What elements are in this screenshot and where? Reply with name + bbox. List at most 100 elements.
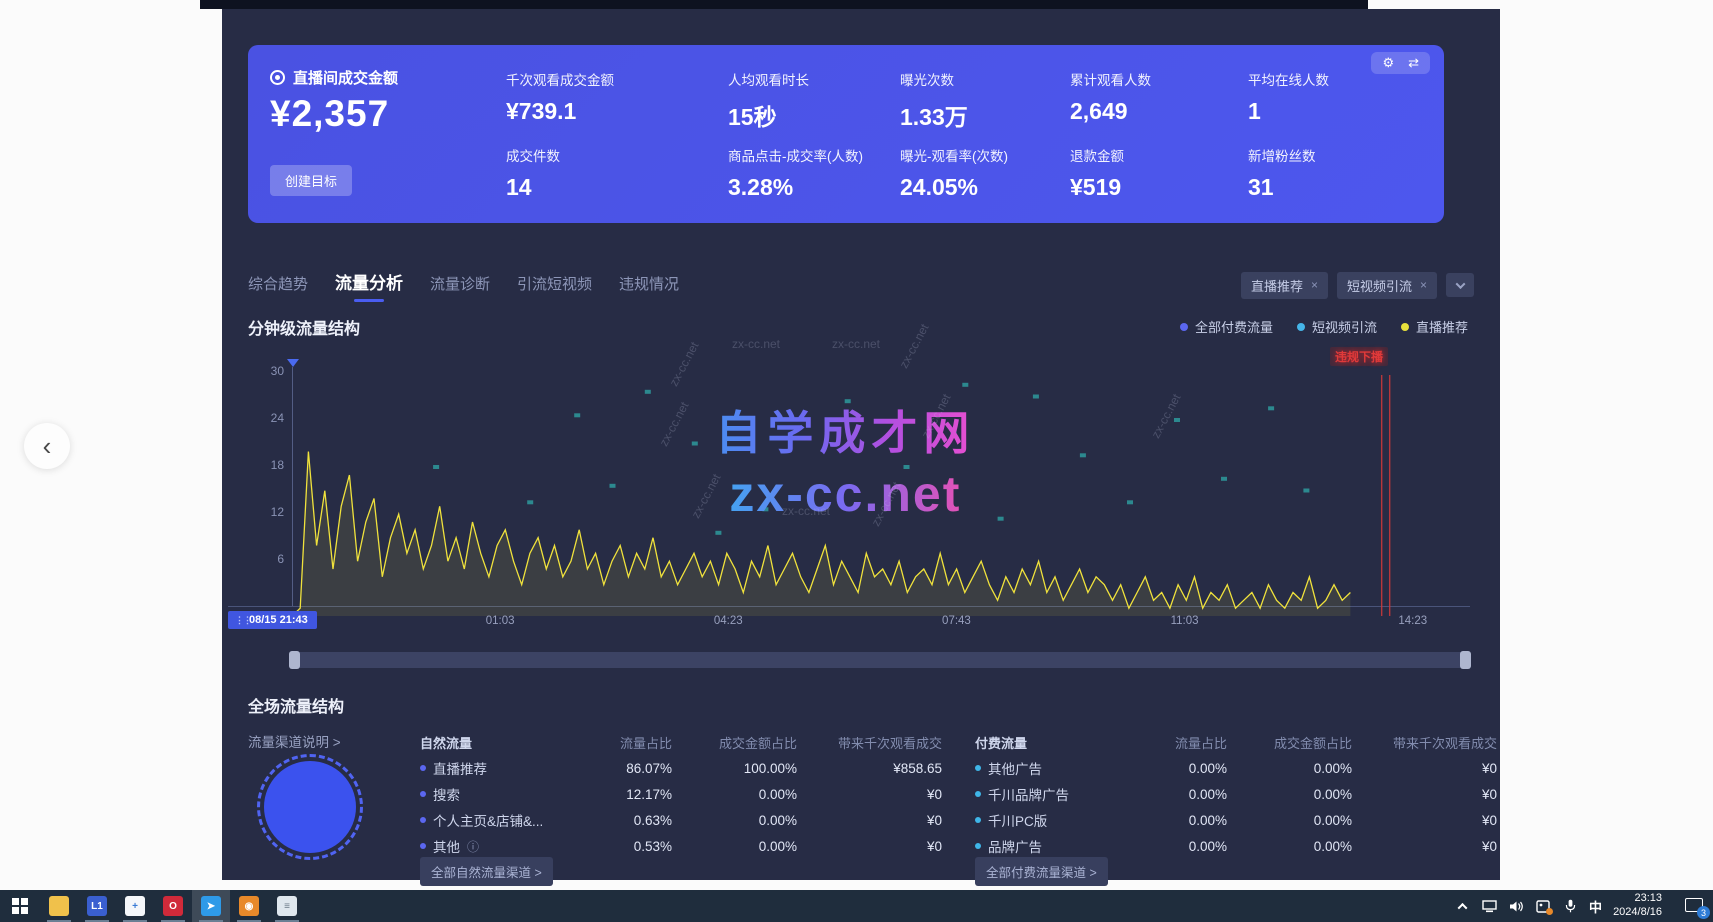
dashboard-window: 直播间成交金额 ¥2,357 创建目标 千次观看成交金额¥739.1人均观看时长… — [222, 9, 1500, 880]
legend-item[interactable]: 全部付费流量 — [1180, 317, 1273, 336]
close-icon[interactable]: × — [1311, 278, 1318, 292]
info-icon[interactable]: ⓘ — [467, 838, 479, 855]
legend-item[interactable]: 短视频引流 — [1297, 317, 1377, 336]
metric: 曝光次数1.33万 — [900, 61, 1070, 137]
taskbar-app-app-teams[interactable]: + — [116, 890, 154, 922]
metric-label: 新增粉丝数 — [1248, 145, 1404, 165]
filter-chips: 直播推荐× 短视频引流× — [1241, 272, 1474, 299]
primary-metric-label-row: 直播间成交金额 — [270, 67, 398, 88]
chart-canvas — [292, 371, 1468, 616]
filter-chip[interactable]: 短视频引流× — [1337, 272, 1437, 299]
taskbar-app-app-pointer[interactable]: ➤ — [192, 890, 230, 922]
x-axis-ticks: ⋮⋮08/15 21:4301:0304:2307:4311:0314:23 — [222, 611, 1500, 631]
x-tick-label: 07:43 — [942, 615, 971, 627]
notification-center-icon[interactable]: 3 — [1683, 897, 1705, 915]
clock[interactable]: 23:13 2024/8/16 — [1613, 892, 1662, 920]
slider-handle-left[interactable] — [289, 651, 300, 669]
metric-label: 商品点击-成交率(人数) — [728, 145, 900, 165]
watermark-small: zx-cc.net — [732, 337, 780, 351]
table-row[interactable]: 千川PC版0.00%0.00%¥0 — [975, 807, 1497, 833]
gmv-share: 0.00% — [1227, 787, 1352, 802]
tab-item[interactable]: 综合趋势 — [248, 273, 308, 302]
tab-item[interactable]: 违规情况 — [619, 273, 679, 302]
all-natural-channels-link[interactable]: 全部自然流量渠道 > — [420, 857, 553, 886]
chart-legend: 全部付费流量 短视频引流 直播推荐 — [1180, 317, 1468, 336]
gpm-value: ¥0 — [1352, 761, 1497, 776]
channel-name: 直播推荐 — [420, 758, 572, 778]
tab-item[interactable]: 流量诊断 — [430, 273, 490, 302]
y-tick-label: 30 — [258, 364, 284, 378]
channel-dot — [975, 817, 981, 823]
page: ‹ 直播间成交金额 ¥2,357 创建目标 千次观看成交金额¥739.1人均观看… — [0, 0, 1713, 922]
slider-handle-right[interactable] — [1460, 651, 1471, 669]
x-tick-label: 08/15 21:43 — [249, 614, 308, 626]
x-tick-label: 11:03 — [1171, 615, 1199, 627]
channel-dot — [975, 765, 981, 771]
tab-item[interactable]: 引流短视频 — [517, 273, 592, 302]
table-row[interactable]: 其他广告0.00%0.00%¥0 — [975, 755, 1497, 781]
create-goal-button[interactable]: 创建目标 — [270, 165, 352, 196]
ime-indicator[interactable]: 中 — [1589, 897, 1602, 916]
table-row[interactable]: 个人主页&店铺&...0.63%0.00%¥0 — [420, 807, 942, 833]
table-row[interactable]: 直播推荐86.07%100.00%¥858.65 — [420, 755, 942, 781]
microphone-icon[interactable] — [1562, 898, 1578, 914]
table-row[interactable]: 千川品牌广告0.00%0.00%¥0 — [975, 781, 1497, 807]
windows-logo-icon — [12, 898, 28, 914]
y-tick-label: 12 — [258, 505, 284, 519]
network-icon[interactable] — [1481, 898, 1497, 914]
traffic-share: 0.00% — [1127, 839, 1227, 854]
filter-dropdown[interactable] — [1446, 273, 1474, 297]
column-header: 流量占比 — [1127, 733, 1227, 752]
primary-metric-value: ¥2,357 — [270, 93, 389, 135]
tab-active[interactable]: 流量分析 — [335, 269, 403, 302]
time-range-slider[interactable] — [290, 651, 1470, 669]
metric: 千次观看成交金额 ¥739.1 — [506, 61, 728, 137]
app-pointer-icon: ➤ — [201, 896, 221, 916]
metric-value: 14 — [506, 174, 728, 201]
close-icon[interactable]: × — [1420, 278, 1427, 292]
taskbar-app-notepad[interactable]: ≡ — [268, 890, 306, 922]
channel-label: 千川PC版 — [988, 810, 1047, 830]
previous-button[interactable]: ‹ — [24, 423, 70, 469]
slider-track[interactable] — [290, 652, 1470, 668]
channel-explain-link[interactable]: 流量渠道说明 > — [248, 731, 341, 751]
snip-tool-icon[interactable] — [1535, 898, 1551, 914]
app-teams-icon: + — [125, 896, 145, 916]
table-row[interactable]: 其他ⓘ0.53%0.00%¥0 — [420, 833, 942, 859]
metric-value: 3.28% — [728, 174, 900, 201]
minute-traffic-chart[interactable]: 302418126 违规下播 ⋮⋮08/15 21:4301:0304:2307… — [222, 361, 1500, 623]
metric: 商品点击-成交率(人数) 3.28% — [728, 137, 900, 213]
traffic-share: 86.07% — [572, 761, 672, 776]
metric-value: 24.05% — [900, 174, 1070, 201]
legend-item[interactable]: 直播推荐 — [1401, 317, 1468, 336]
y-tick-label: 24 — [258, 411, 284, 425]
taskbar-app-app-orange[interactable]: ◉ — [230, 890, 268, 922]
taskbar: L1 + O ➤ ◉ ≡ 中 23:13 2024/8/16 3 — [0, 890, 1713, 922]
table-row[interactable]: 品牌广告0.00%0.00%¥0 — [975, 833, 1497, 859]
violation-marker-label[interactable]: 违规下播 — [1330, 347, 1388, 366]
column-header: 成交金额占比 — [672, 733, 797, 752]
metric-value: ¥739.1 — [506, 98, 728, 125]
channel-dot — [420, 765, 426, 771]
legend-dot — [1401, 323, 1409, 331]
speaker-icon[interactable] — [1508, 898, 1524, 914]
table-title: 自然流量 — [420, 733, 572, 752]
all-paid-channels-link[interactable]: 全部付费流量渠道 > — [975, 857, 1108, 886]
taskbar-app-file-explorer[interactable] — [40, 890, 78, 922]
taskbar-app-app-opera[interactable]: O — [154, 890, 192, 922]
target-icon — [270, 70, 285, 85]
table-row[interactable]: 搜索12.17%0.00%¥0 — [420, 781, 942, 807]
gear-icon[interactable]: ⚙ — [1382, 55, 1394, 71]
table-header-row: 付费流量流量占比成交金额占比带来千次观看成交 — [975, 729, 1497, 755]
metric-label: 千次观看成交金额 — [506, 69, 728, 89]
tray-expand-icon[interactable] — [1454, 898, 1470, 914]
gmv-share: 0.00% — [1227, 813, 1352, 828]
x-tick-current[interactable]: ⋮⋮08/15 21:43 — [228, 611, 317, 629]
filter-chip[interactable]: 直播推荐× — [1241, 272, 1328, 299]
taskbar-app-app-l1[interactable]: L1 — [78, 890, 116, 922]
app-orange-icon: ◉ — [239, 896, 259, 916]
swap-icon[interactable]: ⇄ — [1408, 55, 1419, 71]
start-button[interactable] — [0, 890, 40, 922]
tabs-row: 综合趋势流量分析流量诊断引流短视频违规情况 直播推荐× 短视频引流× — [248, 267, 1474, 303]
metric: 成交件数14 — [506, 137, 728, 213]
